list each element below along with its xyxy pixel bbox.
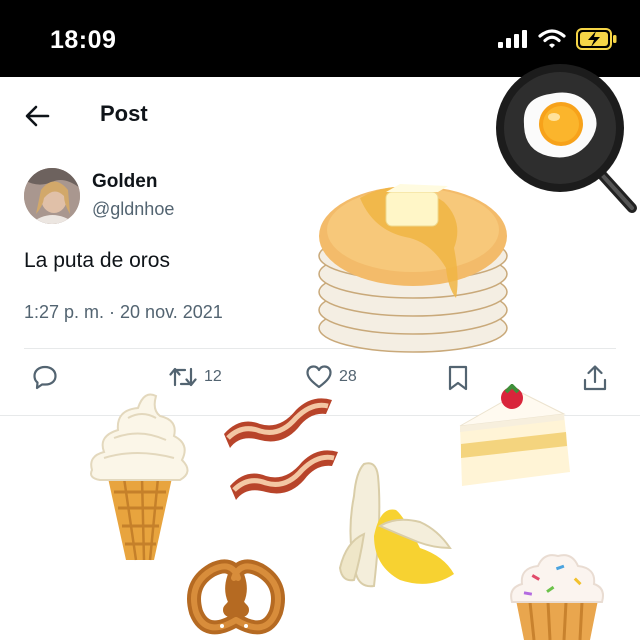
status-time: 18:09 xyxy=(50,26,117,54)
share-icon xyxy=(583,365,607,391)
battery-charging-icon xyxy=(576,28,617,50)
fried-egg-pan-icon xyxy=(496,64,637,213)
author-handle[interactable]: @gldnhoe xyxy=(92,199,174,220)
cellular-signal-icon xyxy=(498,30,527,48)
like-count: 28 xyxy=(339,368,357,385)
status-icons xyxy=(498,28,618,50)
post-timestamp: 1:27 p. m. · 20 nov. 2021 xyxy=(24,302,223,322)
reply-button[interactable] xyxy=(32,364,58,390)
pretzel-icon xyxy=(187,559,285,635)
wifi-icon xyxy=(538,29,566,48)
post-text: La puta de oros xyxy=(24,249,170,272)
bacon-icon xyxy=(224,398,338,500)
reply-icon xyxy=(33,365,57,390)
banana-icon xyxy=(338,462,454,588)
ice-cream-cone-icon xyxy=(90,393,189,561)
author-name[interactable]: Golden xyxy=(92,171,157,193)
back-arrow-icon[interactable] xyxy=(22,101,52,131)
heart-icon xyxy=(306,365,332,389)
share-button[interactable] xyxy=(582,364,608,392)
cupcake-icon xyxy=(510,554,604,640)
avatar[interactable] xyxy=(24,168,80,224)
like-button[interactable]: 28 xyxy=(305,364,357,390)
repost-count: 12 xyxy=(204,368,222,385)
page-title: Post xyxy=(100,101,148,126)
strawberry-cake-slice-icon xyxy=(459,384,570,486)
pancakes-icon xyxy=(318,184,508,353)
